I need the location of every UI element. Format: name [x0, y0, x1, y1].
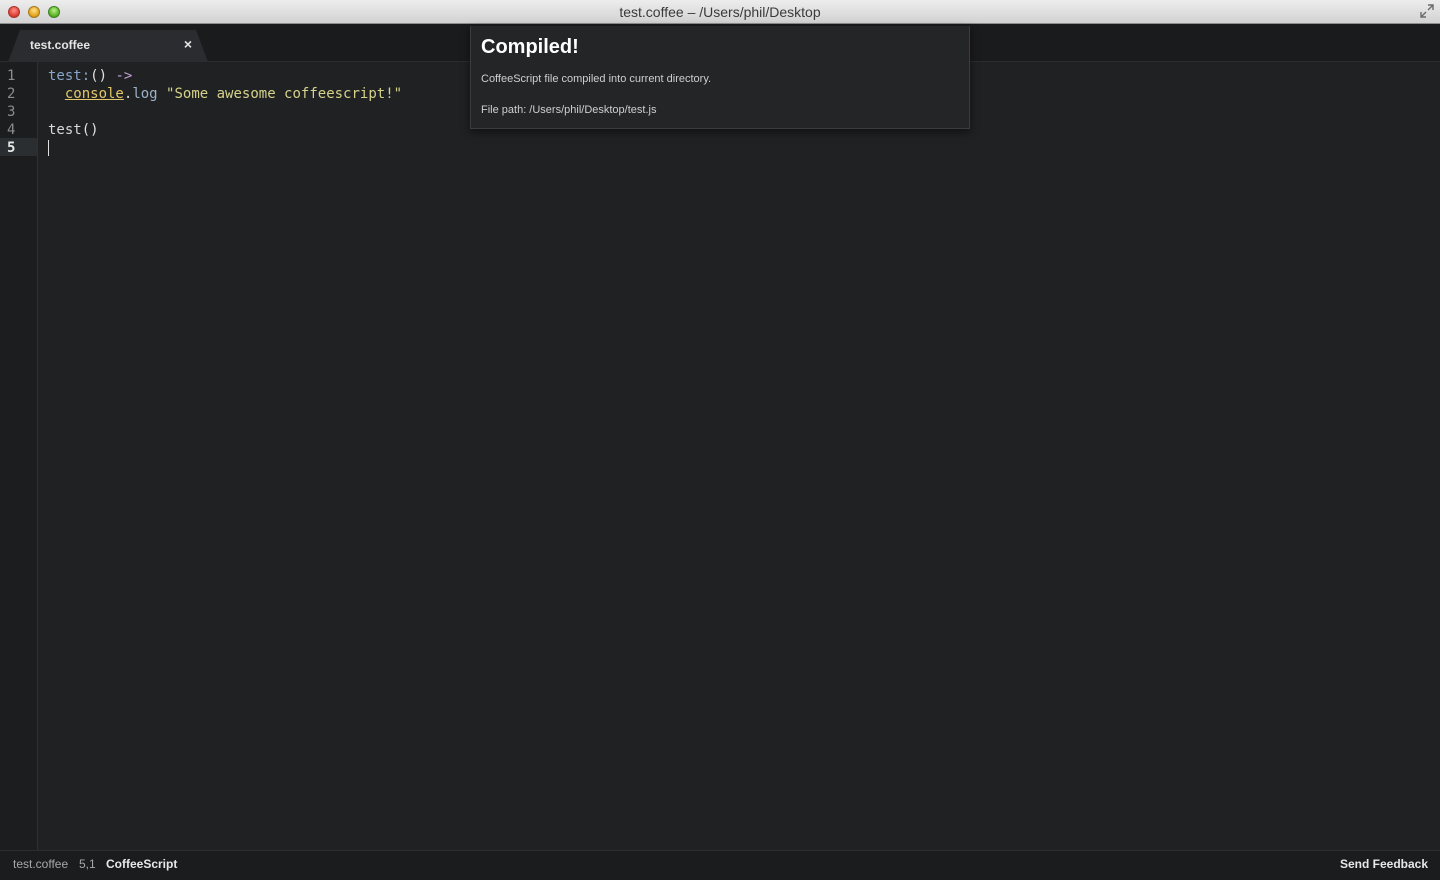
notification-message: CoffeeScript file compiled into current …: [481, 73, 712, 85]
token-string: "Some awesome coffeescript!": [166, 86, 403, 102]
token-function-name: test: [48, 68, 82, 84]
token-parens: (): [81, 122, 99, 138]
title-bar: test.coffee – /Users/phil/Desktop: [0, 0, 1440, 24]
send-feedback-button[interactable]: Send Feedback: [1340, 857, 1428, 871]
tab-test-coffee[interactable]: test.coffee ×: [8, 30, 208, 62]
text-cursor: [48, 140, 49, 156]
line-number-gutter: 1 2 3 4 5: [0, 62, 38, 850]
line-number-active: 5: [7, 140, 16, 156]
token-colon: :: [81, 68, 91, 84]
window-title: test.coffee – /Users/phil/Desktop: [619, 4, 821, 20]
notification-title: Compiled!: [481, 36, 579, 58]
code-line-2[interactable]: console.log "Some awesome coffeescript!": [48, 85, 402, 103]
status-file-name: test.coffee: [13, 857, 69, 871]
token-function-call: test: [48, 122, 82, 138]
status-cursor-position[interactable]: 5,1: [79, 857, 96, 871]
token-arrow: ->: [107, 68, 133, 84]
status-grammar-selector[interactable]: CoffeeScript: [106, 857, 177, 871]
code-line-4[interactable]: test(): [48, 121, 99, 139]
editor-window: test.coffee – /Users/phil/Desktop test.c…: [0, 0, 1440, 880]
tab-label: test.coffee: [30, 38, 91, 52]
notification-file-path: File path: /Users/phil/Desktop/test.js: [481, 104, 657, 116]
line-number: 2: [7, 86, 16, 102]
fullscreen-icon[interactable]: [1420, 4, 1434, 18]
token-parens: (): [90, 68, 108, 84]
code-editor[interactable]: 1 2 3 4 5 test:() -> console.log "Some a…: [0, 62, 1440, 850]
line-number: 3: [7, 104, 16, 120]
line-number: 1: [7, 68, 16, 84]
code-line-1[interactable]: test:() ->: [48, 67, 132, 85]
tab-close-icon[interactable]: ×: [184, 36, 192, 52]
active-line-highlight: [0, 138, 37, 156]
compile-notification[interactable]: Compiled! CoffeeScript file compiled int…: [470, 26, 970, 129]
status-bar: test.coffee 5,1 CoffeeScript Send Feedba…: [0, 850, 1440, 880]
token-console: console: [64, 86, 124, 102]
token-method: log: [132, 86, 158, 102]
line-number: 4: [7, 122, 16, 138]
